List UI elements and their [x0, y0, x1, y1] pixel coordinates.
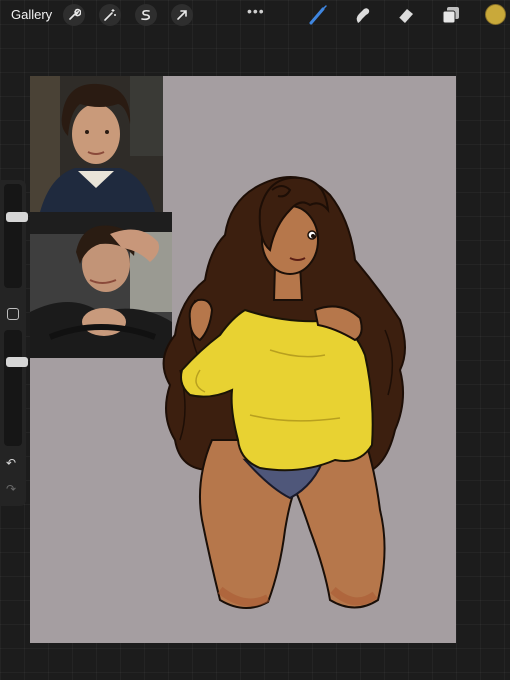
brush-size-thumb[interactable]: [6, 212, 28, 222]
selection-s-icon[interactable]: [135, 4, 157, 26]
smudge-icon[interactable]: [351, 4, 373, 26]
undo-icon[interactable]: ↶: [6, 456, 16, 470]
adjustments-magic-wand-icon[interactable]: [99, 4, 121, 26]
eraser-icon[interactable]: [395, 4, 417, 26]
top-toolbar: Gallery •••: [0, 0, 510, 30]
left-sidebar: ↶ ↷: [0, 180, 28, 506]
gallery-button[interactable]: Gallery: [11, 7, 52, 22]
opacity-slider[interactable]: [4, 330, 28, 446]
opacity-thumb[interactable]: [6, 357, 28, 367]
color-swatch[interactable]: [485, 4, 506, 25]
character-illustration: [150, 170, 420, 620]
actions-wrench-icon[interactable]: [63, 4, 85, 26]
redo-icon[interactable]: ↷: [6, 482, 16, 496]
modify-button[interactable]: [7, 308, 19, 320]
transform-arrow-icon[interactable]: [171, 4, 193, 26]
reference-photo-1[interactable]: [30, 76, 163, 212]
brush-size-slider[interactable]: [4, 184, 28, 288]
layers-icon[interactable]: [440, 4, 462, 26]
more-options-button[interactable]: •••: [247, 3, 265, 19]
brush-icon[interactable]: [307, 4, 329, 26]
